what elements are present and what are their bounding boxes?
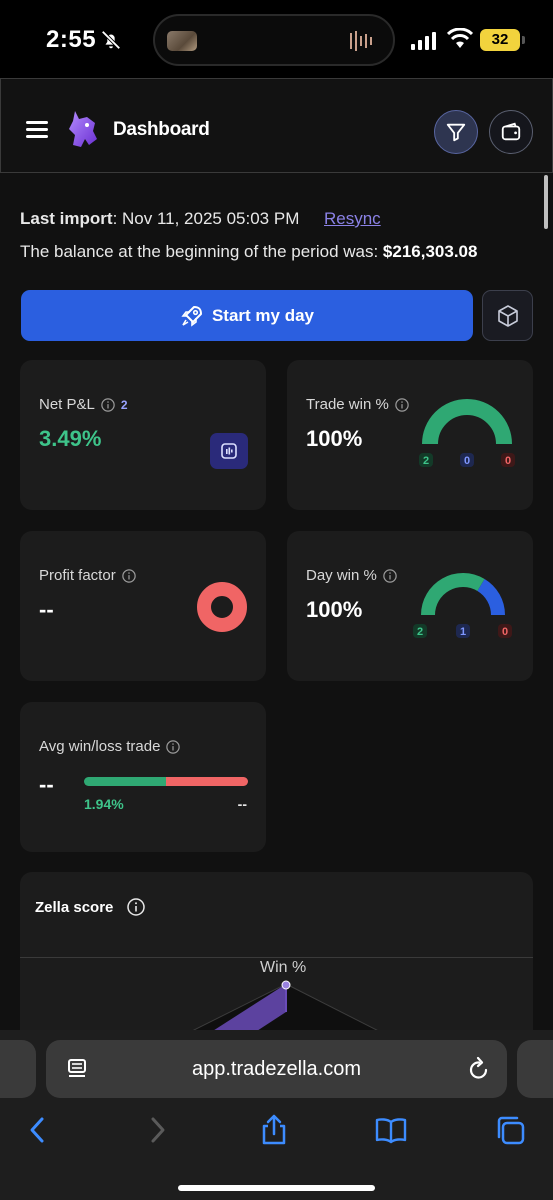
url-text[interactable]: app.tradezella.com bbox=[46, 1058, 507, 1081]
trade-win-gauge: 2 0 0 bbox=[419, 399, 515, 467]
info-icon[interactable] bbox=[121, 568, 136, 583]
app-header: Dashboard bbox=[0, 78, 553, 173]
last-import-value: : Nov 11, 2025 05:03 PM bbox=[112, 209, 300, 228]
filter-button[interactable] bbox=[434, 110, 478, 154]
rocket-icon bbox=[181, 305, 202, 327]
avg-loss-bar-segment bbox=[166, 777, 248, 786]
radar-point-win bbox=[281, 980, 291, 990]
info-icon[interactable] bbox=[166, 739, 181, 754]
reload-icon[interactable] bbox=[467, 1056, 491, 1082]
wallet-icon bbox=[501, 122, 521, 141]
zella-score-card[interactable]: Zella score Win % bbox=[20, 872, 533, 1030]
profit-factor-label-row: Profit factor bbox=[39, 567, 136, 584]
profit-factor-card[interactable]: Profit factor -- bbox=[20, 531, 266, 681]
day-win-value: 100% bbox=[306, 597, 363, 622]
home-indicator[interactable] bbox=[178, 1185, 375, 1191]
profit-factor-value: -- bbox=[39, 597, 54, 622]
ai-insight-icon bbox=[221, 443, 237, 459]
day-win-gauge: 2 1 0 bbox=[413, 573, 512, 638]
net-pnl-card[interactable]: Net P&L 2 3.49% bbox=[20, 360, 266, 510]
status-time: 2:55 bbox=[46, 26, 97, 53]
start-my-day-label: Start my day bbox=[211, 305, 315, 325]
avg-win-loss-card[interactable]: Avg win/loss trade -- 1.94% -- bbox=[20, 702, 266, 852]
balance-amount: $216,303.08 bbox=[382, 242, 478, 261]
avg-win-loss-label-row: Avg win/loss trade bbox=[39, 738, 181, 755]
forward-icon[interactable] bbox=[141, 1114, 173, 1146]
day-win-label: Day win % bbox=[306, 567, 377, 584]
trade-win-value: 100% bbox=[306, 426, 363, 451]
net-pnl-label: Net P&L bbox=[39, 396, 95, 413]
resync-link[interactable]: Resync bbox=[324, 209, 381, 229]
balance-text: The balance at the beginning of the peri… bbox=[20, 242, 383, 261]
day-win-win-count: 2 bbox=[417, 626, 423, 638]
tradezella-logo-icon[interactable] bbox=[65, 109, 99, 149]
info-icon[interactable] bbox=[101, 397, 115, 412]
avg-win-loss-value: -- bbox=[39, 772, 54, 797]
dynamic-island[interactable] bbox=[153, 14, 395, 66]
avg-win-loss-label: Avg win/loss trade bbox=[39, 738, 161, 755]
ai-insight-button[interactable] bbox=[210, 433, 248, 469]
battery-level: 32 bbox=[480, 29, 520, 51]
net-pnl-value: 3.49% bbox=[39, 426, 102, 451]
last-import: Last import: Nov 11, 2025 05:03 PM bbox=[20, 209, 299, 229]
zella-score-title: Zella score bbox=[35, 898, 114, 916]
page-title: Dashboard bbox=[113, 119, 210, 140]
trade-win-card[interactable]: Trade win % 100% 2 0 0 bbox=[287, 360, 533, 510]
profit-factor-donut bbox=[197, 582, 247, 632]
net-pnl-label-row: Net P&L 2 bbox=[39, 396, 128, 413]
tabs-icon[interactable] bbox=[494, 1114, 526, 1146]
status-bar: 2:55 32 bbox=[0, 0, 553, 80]
previous-tab[interactable] bbox=[0, 1040, 36, 1098]
last-import-label: Last import bbox=[20, 209, 113, 228]
info-icon[interactable] bbox=[395, 397, 409, 412]
zella-radar-chart bbox=[192, 980, 378, 1030]
day-win-loss-count: 0 bbox=[502, 626, 508, 638]
back-icon[interactable] bbox=[22, 1114, 54, 1146]
day-win-gauge-win-arc bbox=[421, 573, 485, 616]
info-icon[interactable] bbox=[127, 898, 146, 916]
info-icon[interactable] bbox=[383, 568, 397, 583]
wallet-button[interactable] bbox=[489, 110, 533, 154]
profit-factor-label: Profit factor bbox=[39, 567, 116, 584]
trade-win-even-count: 0 bbox=[464, 455, 470, 467]
share-icon[interactable] bbox=[258, 1114, 290, 1146]
trade-win-loss-count: 0 bbox=[505, 455, 511, 467]
day-win-gauge-even-arc bbox=[477, 578, 505, 616]
trade-win-win-count: 2 bbox=[423, 455, 429, 467]
bookmarks-icon[interactable] bbox=[375, 1114, 407, 1146]
day-win-even-count: 1 bbox=[460, 626, 466, 638]
avg-win-value: 1.94% bbox=[84, 796, 124, 812]
start-my-day-button[interactable]: Start my day bbox=[21, 290, 473, 341]
audio-waveform-icon bbox=[350, 31, 372, 51]
day-win-label-row: Day win % bbox=[306, 567, 397, 584]
avg-win-bar-segment bbox=[84, 777, 166, 786]
zella-score-title-row: Zella score bbox=[35, 898, 146, 916]
menu-icon[interactable] bbox=[26, 121, 48, 139]
net-pnl-badge: 2 bbox=[120, 397, 128, 412]
cellular-signal-icon bbox=[411, 32, 436, 50]
avg-win-loss-bar bbox=[84, 777, 248, 786]
zella-divider bbox=[20, 957, 533, 958]
filter-icon bbox=[446, 123, 466, 142]
cube-icon bbox=[497, 304, 518, 327]
trade-win-label: Trade win % bbox=[306, 396, 389, 413]
wifi-icon bbox=[447, 28, 473, 48]
trade-win-label-row: Trade win % bbox=[306, 396, 409, 413]
day-win-card[interactable]: Day win % 100% 2 1 0 bbox=[287, 531, 533, 681]
browser-toolbar: app.tradezella.com bbox=[0, 1030, 553, 1200]
address-bar[interactable]: app.tradezella.com bbox=[46, 1040, 507, 1098]
avg-loss-value: -- bbox=[237, 796, 247, 812]
starting-balance: The balance at the beginning of the peri… bbox=[20, 242, 477, 262]
widgets-button[interactable] bbox=[482, 290, 533, 341]
now-playing-artwork-icon bbox=[167, 31, 197, 51]
dashboard-content[interactable]: Last import: Nov 11, 2025 05:03 PM Resyn… bbox=[0, 173, 553, 1030]
silent-bell-icon bbox=[101, 30, 121, 50]
trade-win-gauge-arc bbox=[422, 399, 512, 445]
next-tab[interactable] bbox=[517, 1040, 553, 1098]
scrollbar[interactable] bbox=[544, 175, 548, 229]
battery-tip bbox=[522, 36, 525, 44]
